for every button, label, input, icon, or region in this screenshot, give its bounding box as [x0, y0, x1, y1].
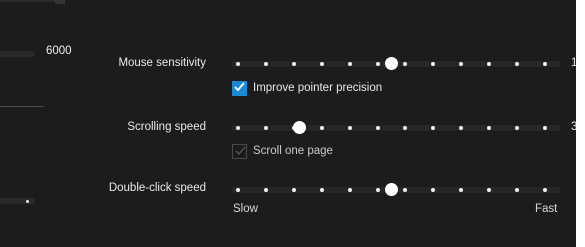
slider-tick	[403, 126, 408, 130]
slider-tick	[236, 188, 240, 192]
slider-tick	[375, 188, 380, 192]
slider-tick	[459, 188, 464, 192]
checkmark-icon	[234, 82, 245, 92]
slider-tick	[291, 62, 296, 66]
slider-tick	[263, 188, 268, 192]
checkmark-icon	[235, 146, 246, 155]
slider-tick	[347, 188, 352, 192]
scrolling-speed-label: Scrolling speed	[127, 121, 206, 133]
slider-tick	[515, 188, 520, 192]
left-slider-tick	[26, 200, 29, 203]
left-divider	[0, 106, 44, 107]
slider-tick	[319, 62, 324, 66]
slider-tick	[319, 126, 324, 130]
slider-tick	[431, 188, 436, 192]
slider-tick	[543, 62, 547, 66]
scrolling-speed-slider[interactable]	[232, 121, 561, 134]
slider-tick	[236, 126, 240, 130]
scroll-one-page-checkbox[interactable]	[232, 144, 247, 159]
slider-tick	[403, 62, 408, 66]
slider-tick	[515, 62, 520, 66]
slider-tick	[459, 126, 464, 130]
slider-thumb[interactable]	[385, 183, 398, 196]
scrolling-speed-value: 3	[571, 121, 576, 133]
slider-thumb[interactable]	[292, 121, 306, 134]
slider-tick	[487, 62, 492, 66]
slider-tick	[375, 62, 380, 66]
left-slider-value: 6000	[46, 45, 72, 57]
slider-tick	[543, 188, 547, 192]
fast-label: Fast	[535, 203, 558, 215]
double-click-speed-slider[interactable]	[232, 183, 561, 196]
slider-tick	[431, 126, 436, 130]
left-slider-track[interactable]	[0, 51, 35, 57]
slider-tick	[236, 62, 240, 66]
mouse-settings-panel: 6000 Mouse sensitivity 10 Improve pointe…	[0, 0, 576, 247]
slider-tick	[487, 188, 492, 192]
slider-thumb[interactable]	[385, 57, 398, 70]
slider-tick	[487, 126, 492, 130]
slider-tick	[319, 188, 324, 192]
slider-tick	[375, 126, 380, 130]
left-top-mark	[55, 0, 65, 4]
slider-tick	[459, 62, 464, 66]
slider-tick	[431, 62, 436, 66]
mouse-sensitivity-label: Mouse sensitivity	[118, 57, 206, 69]
slider-tick	[263, 62, 268, 66]
pointer-precision-label: Improve pointer precision	[253, 82, 383, 94]
slider-tick	[543, 126, 547, 130]
mouse-sensitivity-slider[interactable]	[232, 57, 561, 70]
slider-tick	[291, 188, 296, 192]
pointer-precision-checkbox[interactable]	[232, 81, 247, 96]
slider-tick	[347, 62, 352, 66]
slow-label: Slow	[233, 203, 258, 215]
scroll-one-page-label: Scroll one page	[253, 145, 333, 157]
double-click-speed-label: Double-click speed	[108, 182, 206, 194]
slider-tick	[403, 188, 408, 192]
slider-tick	[263, 126, 268, 130]
left-slider-track-2[interactable]	[0, 198, 35, 204]
mouse-sensitivity-value: 10	[571, 57, 576, 69]
slider-tick	[515, 126, 520, 130]
slider-tick	[347, 126, 352, 130]
left-top-strip	[0, 0, 56, 2]
